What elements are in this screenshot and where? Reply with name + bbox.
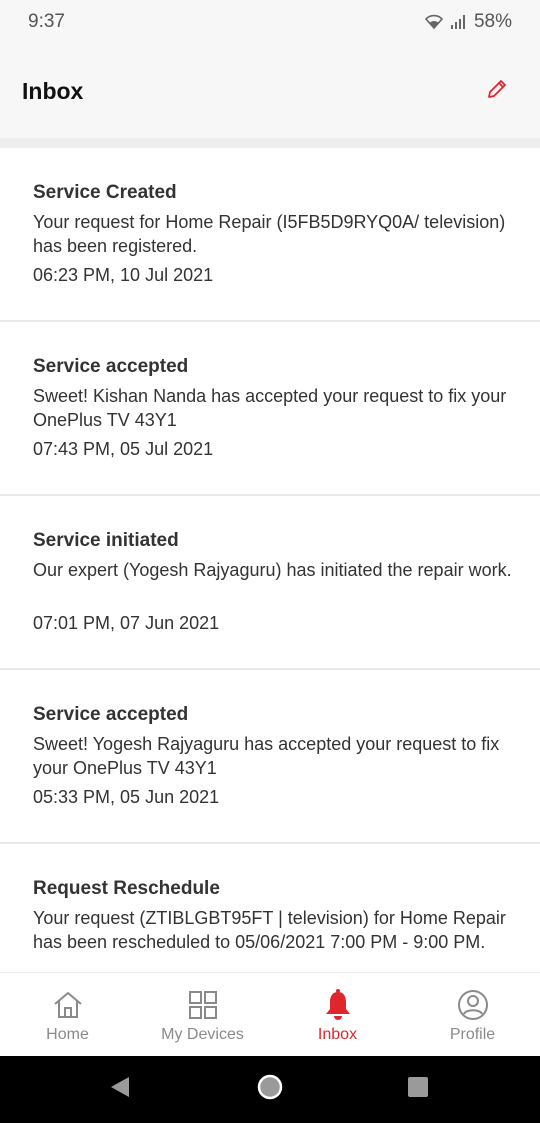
nav-item-home[interactable]: Home xyxy=(0,973,135,1057)
list-item[interactable]: Service accepted Sweet! Kishan Nanda has… xyxy=(0,322,540,496)
inbox-screen: 9:37 58% Inbox Service Created Your requ… xyxy=(0,0,540,1123)
message-body: Our expert (Yogesh Rajyaguru) has initia… xyxy=(33,560,512,580)
message-time: 07:01 PM, 07 Jun 2021 xyxy=(33,613,220,633)
home-system-button[interactable] xyxy=(230,1056,310,1123)
home-icon xyxy=(52,989,84,1021)
list-item[interactable]: Service accepted Sweet! Yogesh Rajyaguru… xyxy=(0,670,540,844)
message-body: Your request for Home Repair (I5FB5D9RYQ… xyxy=(33,212,506,256)
nav-label-home: Home xyxy=(46,1026,89,1043)
message-body: Sweet! Kishan Nanda has accepted your re… xyxy=(33,386,507,430)
status-bar: 9:37 58% xyxy=(0,0,540,44)
nav-label-profile: Profile xyxy=(449,1026,496,1043)
wifi-icon xyxy=(424,14,444,30)
message-time: 05:33 PM, 05 Jun 2021 xyxy=(33,787,220,807)
pencil-icon xyxy=(485,77,509,106)
nav-label-inbox: Inbox xyxy=(317,1026,358,1043)
message-body: Your request (ZTIBLGBT95FT | television)… xyxy=(33,908,506,952)
list-item[interactable]: Service Created Your request for Home Re… xyxy=(0,148,540,322)
edit-button[interactable] xyxy=(482,76,512,106)
nav-item-my-devices[interactable]: My Devices xyxy=(135,973,270,1057)
home-circle-icon xyxy=(256,1073,284,1106)
message-title: Service initiated xyxy=(33,530,179,551)
nav-item-inbox[interactable]: Inbox xyxy=(270,973,405,1057)
signal-icon xyxy=(450,14,468,30)
message-time: 07:43 PM, 05 Jul 2021 xyxy=(33,439,214,459)
bell-icon xyxy=(322,989,354,1021)
back-triangle-icon xyxy=(109,1075,131,1104)
message-title: Service accepted xyxy=(33,704,189,725)
status-time: 9:37 xyxy=(28,11,65,32)
system-nav-bar xyxy=(0,1056,540,1123)
nav-label-my-devices: My Devices xyxy=(161,1026,244,1043)
profile-icon xyxy=(457,989,489,1021)
bottom-nav: Home My Devices Inbox Profile xyxy=(0,972,540,1056)
back-button[interactable] xyxy=(80,1056,160,1123)
message-list[interactable]: Service Created Your request for Home Re… xyxy=(0,148,540,972)
recents-square-icon xyxy=(407,1076,429,1103)
battery-percent: 58% xyxy=(473,11,512,32)
message-title: Request Reschedule xyxy=(33,878,220,899)
grid-icon xyxy=(187,989,219,1021)
message-title: Service Created xyxy=(33,182,177,203)
message-time: 06:23 PM, 10 Jul 2021 xyxy=(33,265,214,285)
page-title: Inbox xyxy=(22,78,84,104)
top-area: 9:37 58% Inbox xyxy=(0,0,540,138)
app-header: Inbox xyxy=(0,62,540,120)
header-divider xyxy=(0,138,540,148)
list-item[interactable]: Service initiated Our expert (Yogesh Raj… xyxy=(0,496,540,670)
status-indicators: 58% xyxy=(424,11,512,33)
message-title: Service accepted xyxy=(33,356,189,377)
nav-item-profile[interactable]: Profile xyxy=(405,973,540,1057)
recents-button[interactable] xyxy=(378,1056,458,1123)
list-item[interactable]: Request Reschedule Your request (ZTIBLGB… xyxy=(0,844,540,972)
message-body: Sweet! Yogesh Rajyaguru has accepted you… xyxy=(33,734,500,778)
